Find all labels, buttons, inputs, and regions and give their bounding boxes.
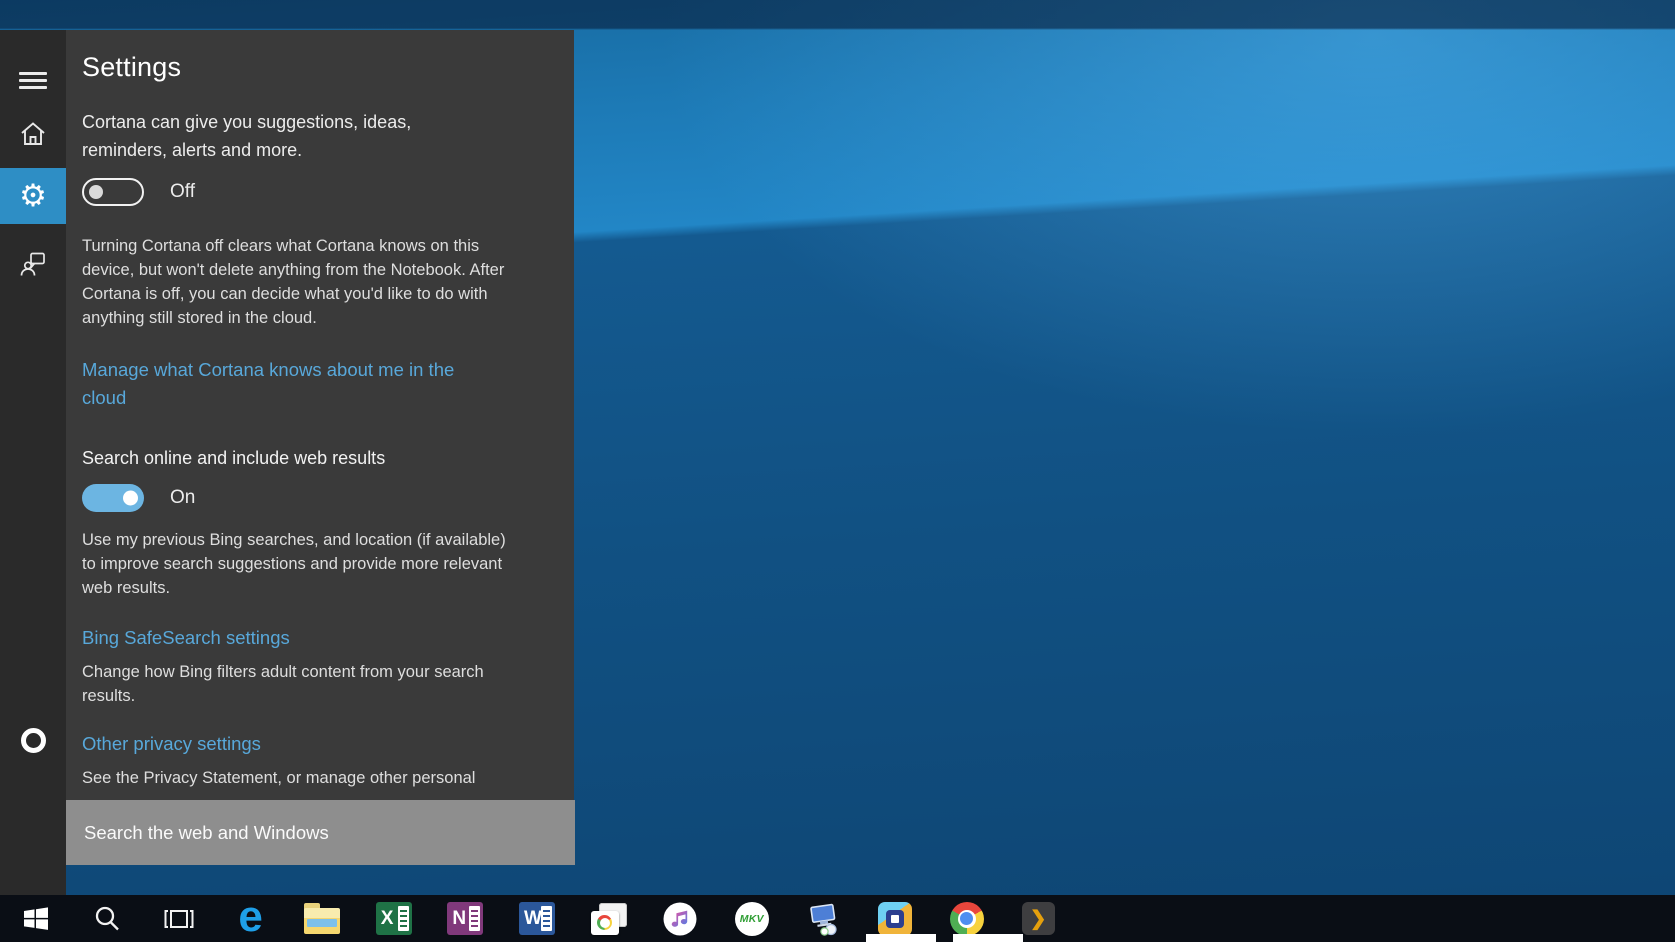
- cortana-toggle-row: Off: [82, 178, 540, 206]
- taskbar-search-button[interactable]: [72, 895, 144, 942]
- home-icon: [18, 119, 48, 149]
- start-button[interactable]: [0, 895, 72, 942]
- cortana-orb[interactable]: [0, 714, 66, 766]
- home-button[interactable]: [0, 108, 66, 160]
- search-box-container: [66, 800, 575, 865]
- itunes-button[interactable]: [644, 895, 716, 942]
- taskbar-search-input[interactable]: [66, 800, 575, 865]
- cortana-suggestions-description: Cortana can give you suggestions, ideas,…: [82, 108, 456, 164]
- running-app-indicator: [866, 934, 936, 942]
- pc-utility-button[interactable]: [788, 895, 860, 942]
- web-results-toggle[interactable]: [82, 484, 144, 512]
- toggle-knob: [123, 491, 138, 506]
- feedback-button[interactable]: [0, 238, 66, 290]
- monitor-icon: [805, 902, 841, 936]
- settings-button[interactable]: ⚙: [0, 168, 66, 224]
- feedback-icon: [18, 249, 48, 279]
- manage-cortana-link[interactable]: Manage what Cortana knows about me in th…: [82, 356, 496, 412]
- onenote-button[interactable]: N: [430, 895, 502, 942]
- web-results-toggle-row: On: [82, 484, 540, 512]
- makemkv-button[interactable]: MKV: [716, 895, 788, 942]
- folder-icon: [304, 908, 340, 934]
- chrome-apps-button[interactable]: [573, 895, 645, 942]
- hamburger-icon: [19, 68, 47, 93]
- search-icon: [92, 904, 122, 934]
- task-view-icon: [163, 904, 195, 934]
- word-button[interactable]: W: [501, 895, 573, 942]
- web-results-heading: Search online and include web results: [82, 448, 540, 469]
- vmware-icon: [878, 902, 912, 936]
- windows-desktop: ⚙ Settings Cortana can give you suggesti…: [0, 0, 1675, 942]
- cortana-toggle[interactable]: [82, 178, 144, 206]
- chrome-icon: [950, 902, 984, 936]
- makemkv-icon: MKV: [735, 902, 769, 936]
- word-icon: W: [519, 902, 555, 935]
- gear-icon: ⚙: [19, 181, 47, 212]
- toggle-knob: [89, 185, 103, 199]
- taskbar: e X N W: [0, 895, 1675, 942]
- bing-history-note: Use my previous Bing searches, and locat…: [82, 528, 520, 600]
- cortana-ring-icon: [21, 728, 46, 753]
- running-app-indicator: [953, 934, 1023, 942]
- menu-button[interactable]: [0, 54, 66, 106]
- edge-icon: e: [238, 900, 262, 934]
- other-privacy-link[interactable]: Other privacy settings: [82, 730, 540, 758]
- itunes-icon: [663, 902, 697, 936]
- page-title: Settings: [82, 50, 540, 84]
- plex-icon: ❯: [1022, 902, 1055, 935]
- excel-button[interactable]: X: [358, 895, 430, 942]
- bing-safesearch-link[interactable]: Bing SafeSearch settings: [82, 624, 540, 652]
- edge-button[interactable]: e: [215, 895, 287, 942]
- cortana-off-note: Turning Cortana off clears what Cortana …: [82, 234, 529, 330]
- cortana-sidebar: ⚙: [0, 30, 66, 895]
- privacy-note: See the Privacy Statement, or manage oth…: [82, 766, 540, 790]
- safesearch-note: Change how Bing filters adult content fr…: [82, 660, 540, 708]
- task-view-button[interactable]: [143, 895, 215, 942]
- chrome-apps-icon: [591, 903, 627, 935]
- windows-logo-icon: [21, 904, 51, 934]
- excel-icon: X: [376, 902, 412, 935]
- cortana-toggle-state-label: Off: [170, 181, 195, 203]
- cortana-settings-panel: Settings Cortana can give you suggestion…: [66, 30, 574, 830]
- onenote-icon: N: [447, 902, 483, 935]
- web-results-toggle-state-label: On: [170, 487, 195, 509]
- file-explorer-button[interactable]: [286, 895, 358, 942]
